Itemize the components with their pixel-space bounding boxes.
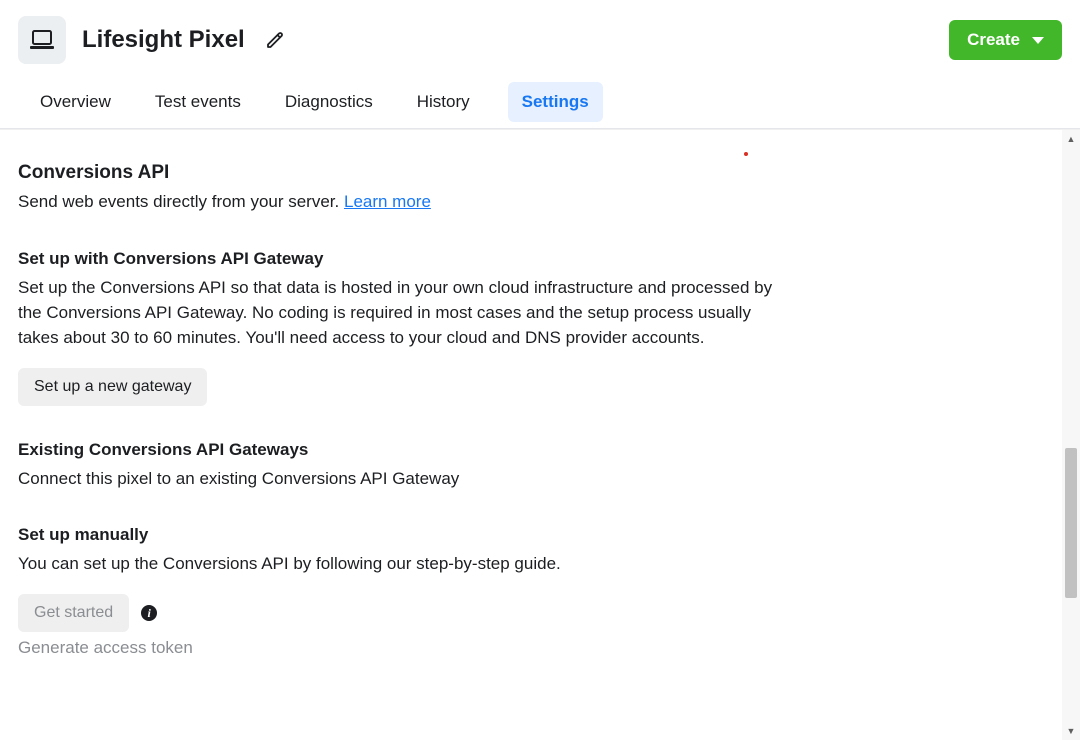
gateway-setup-title: Set up with Conversions API Gateway [18,249,1040,269]
tab-diagnostics[interactable]: Diagnostics [279,82,379,128]
create-button[interactable]: Create [949,20,1062,60]
generate-access-token-link[interactable]: Generate access token [18,638,1040,658]
caret-down-icon [1032,37,1044,44]
create-button-label: Create [967,30,1020,50]
settings-panel: Conversions API Send web events directly… [0,130,1058,740]
pencil-icon [265,30,285,50]
manual-setup-desc: You can set up the Conversions API by fo… [18,551,778,576]
existing-gateways-desc: Connect this pixel to an existing Conver… [18,466,778,491]
setup-new-gateway-button[interactable]: Set up a new gateway [18,368,207,406]
gateway-setup-desc: Set up the Conversions API so that data … [18,275,778,350]
scroll-track[interactable] [1062,148,1080,722]
tab-test-events[interactable]: Test events [149,82,247,128]
existing-gateways-title: Existing Conversions API Gateways [18,440,1040,460]
tab-bar: Overview Test events Diagnostics History… [18,82,1062,128]
pixel-icon [18,16,66,64]
tab-history[interactable]: History [411,82,476,128]
conversions-api-title: Conversions API [18,162,1040,184]
laptop-icon [29,30,55,50]
manual-setup-title: Set up manually [18,525,1040,545]
vertical-scrollbar[interactable]: ▲ ▼ [1062,130,1080,740]
scroll-up-arrow[interactable]: ▲ [1062,130,1080,148]
conversions-api-desc: Send web events directly from your serve… [18,190,1040,215]
learn-more-link[interactable]: Learn more [344,192,431,211]
page-header: Lifesight Pixel Create Overview Test eve… [0,0,1080,129]
tab-settings[interactable]: Settings [508,82,603,122]
edit-title-button[interactable] [261,26,289,54]
info-icon[interactable]: i [141,605,157,621]
notification-dot [744,152,748,156]
scroll-thumb[interactable] [1065,448,1077,598]
page-title: Lifesight Pixel [82,26,245,54]
get-started-button[interactable]: Get started [18,594,129,632]
scroll-down-arrow[interactable]: ▼ [1062,722,1080,740]
tab-overview[interactable]: Overview [34,82,117,128]
